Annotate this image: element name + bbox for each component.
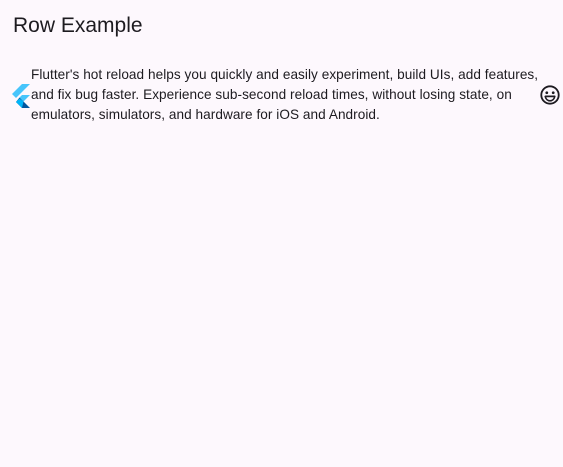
sentiment-very-satisfied-icon [540,85,560,105]
row-description-text: Flutter's hot reload helps you quickly a… [31,67,539,122]
flutter-logo-icon [12,84,30,108]
row-example: Flutter's hot reload helps you quickly a… [8,65,563,125]
app-bar: Row Example [0,0,563,54]
page-title: Row Example [13,14,143,37]
page: Row Example Flutter's hot reload helps y… [0,0,563,467]
